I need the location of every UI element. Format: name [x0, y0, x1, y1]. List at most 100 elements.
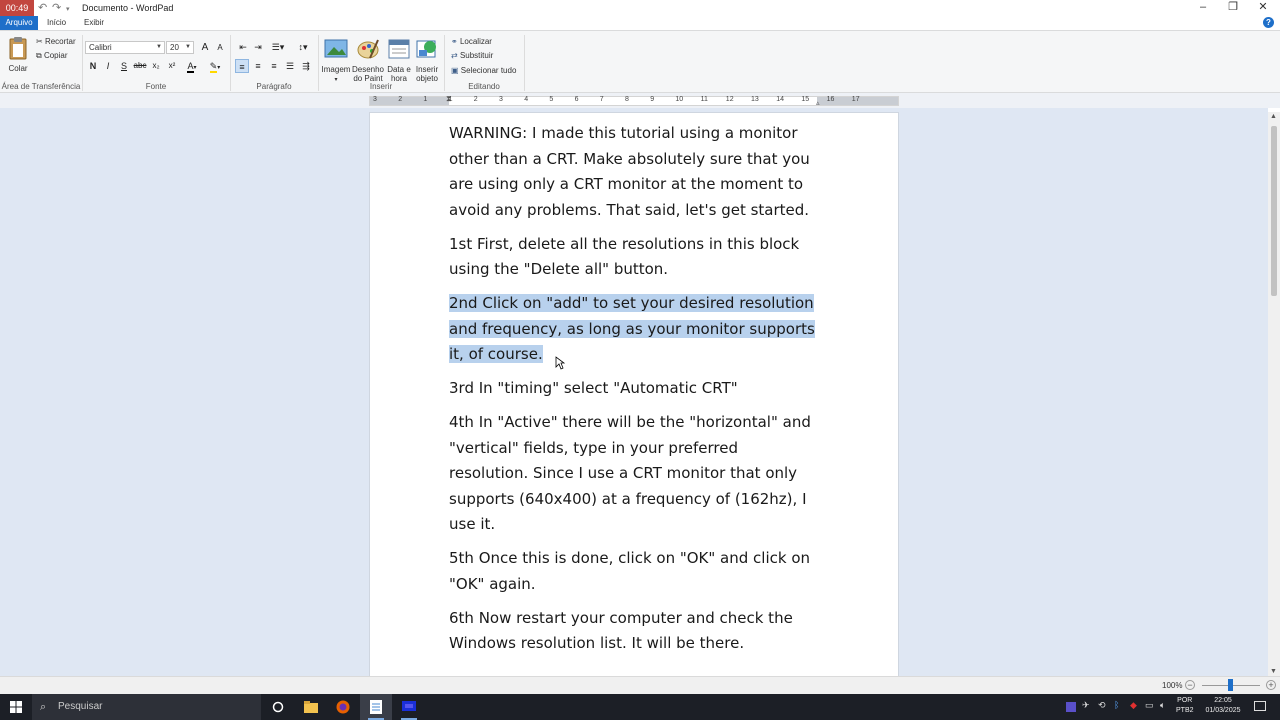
volume-icon[interactable]: 🔈︎ — [1160, 700, 1170, 710]
font-size-select[interactable]: 20 ▼ — [166, 41, 194, 54]
document-paragraph[interactable]: 6th Now restart your computer and check … — [449, 606, 819, 657]
file-explorer-button[interactable] — [295, 694, 327, 720]
anydesk-tray-icon[interactable]: ◆ — [1130, 700, 1140, 710]
clock-time: 22:05 — [1214, 697, 1232, 704]
tab-inicio[interactable]: Início — [42, 16, 71, 30]
paint-drawing-button[interactable]: Desenho do Paint — [351, 37, 385, 83]
redo-icon[interactable]: ↷ — [52, 2, 61, 14]
grow-font-button[interactable]: A — [198, 41, 212, 55]
document-page[interactable]: WARNING: I made this tutorial using a mo… — [369, 112, 899, 676]
network-activity-icon[interactable]: ✈ — [1082, 700, 1092, 710]
indent-marker[interactable]: ⧗ — [446, 94, 452, 104]
undo-icon[interactable]: ↶ — [38, 2, 47, 14]
ruler[interactable]: 3 2 1 1 2 3 4 5 6 7 8 9 10 11 12 13 14 15 16 17 ⧗ ▵ — [369, 94, 899, 107]
document-paragraph[interactable]: WARNING: I made this tutorial using a mo… — [449, 121, 819, 223]
ruler-number: 5 — [549, 96, 554, 103]
firefox-button[interactable] — [327, 694, 359, 720]
subscript-button[interactable]: x₂ — [149, 59, 163, 73]
find-label: Localizar — [459, 37, 492, 47]
superscript-button[interactable]: x² — [165, 59, 179, 73]
zoom-slider-thumb[interactable] — [1228, 679, 1233, 691]
vertical-scrollbar[interactable]: ▲ ▼ — [1268, 112, 1280, 676]
paste-button[interactable]: Colar — [6, 36, 30, 73]
wordpad-taskbar-button[interactable] — [360, 694, 392, 720]
arrow-tray-icon[interactable]: ⟲ — [1098, 700, 1108, 710]
document-paragraph[interactable]: 1st First, delete all the resolutions in… — [449, 232, 819, 283]
line-spacing-button[interactable]: ↕▾ — [292, 40, 314, 54]
bluetooth-icon[interactable]: ᛒ — [1114, 700, 1124, 710]
bullet-list-icon: ☰▾ — [271, 42, 285, 52]
teams-tray-icon[interactable] — [1066, 702, 1076, 712]
language-code: POR — [1177, 697, 1193, 704]
italic-button[interactable]: I — [101, 59, 115, 73]
scroll-up-icon[interactable]: ▲ — [1270, 113, 1277, 120]
paragraph-text: 4th In "Active" there will be the "horiz… — [449, 413, 811, 533]
image-button[interactable]: Imagem ▾ — [321, 37, 351, 85]
underline-button[interactable]: S — [117, 59, 131, 73]
paragraph-group-label: Parágrafo — [256, 82, 292, 91]
insert-object-button[interactable]: Inserir objeto — [413, 37, 441, 83]
document-paragraph[interactable]: 2nd Click on "add" to set your desired r… — [449, 291, 819, 368]
align-left-button[interactable]: ≡ — [235, 59, 249, 73]
font-family-select[interactable]: Calibri ▼ — [85, 41, 165, 54]
document-paragraph[interactable]: 5th Once this is done, click on "OK" and… — [449, 546, 819, 597]
shrink-font-button[interactable]: A — [213, 41, 227, 55]
monitor-app-button[interactable] — [393, 694, 425, 720]
close-button[interactable]: ✕ — [1248, 0, 1278, 16]
cut-label: Recortar — [44, 37, 76, 47]
document-paragraph[interactable]: 3rd In "timing" select "Automatic CRT" — [449, 376, 819, 402]
cut-button[interactable]: ✂ Recortar — [36, 36, 76, 48]
align-center-button[interactable]: ≡ — [251, 59, 265, 73]
find-button[interactable]: ⚭ Localizar — [451, 36, 492, 48]
date-time-button[interactable]: Data e hora — [385, 37, 413, 83]
paragraph-button[interactable]: ⇶ — [299, 59, 313, 73]
document-paragraph[interactable]: 4th In "Active" there will be the "horiz… — [449, 410, 819, 538]
document-text[interactable]: WARNING: I made this tutorial using a mo… — [449, 121, 819, 665]
date-label-1: Data e — [387, 65, 411, 74]
right-indent-marker[interactable]: ▵ — [816, 99, 820, 107]
close-icon: ✕ — [1258, 1, 1268, 13]
highlight-button[interactable]: ✎▾ — [205, 59, 225, 73]
increase-indent-button[interactable]: ⇥ — [251, 40, 265, 54]
separator — [524, 35, 525, 91]
scrollbar-thumb[interactable] — [1271, 126, 1277, 296]
tab-arquivo[interactable]: Arquivo — [0, 16, 38, 30]
bold-button[interactable]: N — [86, 59, 100, 73]
restore-icon: ❐ — [1228, 1, 1238, 13]
ruler-number: 16 — [826, 96, 835, 103]
justify-button[interactable]: ☰ — [283, 59, 297, 73]
editing-group-label: Editando — [468, 82, 500, 91]
ruler-number: 2 — [398, 96, 403, 103]
tab-exibir[interactable]: Exibir — [79, 16, 109, 30]
ruler-number: 14 — [776, 96, 784, 103]
language-indicator[interactable]: POR PTB2 — [1176, 696, 1194, 716]
select-all-button[interactable]: ▣ Selecionar tudo — [451, 65, 516, 77]
decrease-indent-button[interactable]: ⇤ — [236, 40, 250, 54]
help-icon[interactable]: ? — [1263, 17, 1274, 28]
cortana-button[interactable] — [262, 694, 294, 720]
strikethrough-button[interactable]: abc — [133, 59, 147, 73]
taskbar-search[interactable]: ⌕ Pesquisar — [32, 694, 261, 720]
start-button[interactable] — [0, 694, 32, 720]
replace-button[interactable]: ⇄ Substituir — [451, 50, 493, 62]
minimize-button[interactable]: – — [1188, 0, 1218, 16]
bullets-button[interactable]: ☰▾ — [267, 40, 289, 54]
keyboard-layout: PTB2 — [1176, 707, 1194, 714]
font-color-button[interactable]: A▾ — [182, 59, 202, 73]
indent-icon: ⇥ — [254, 42, 262, 52]
ruler-number: 3 — [499, 96, 503, 103]
copy-button[interactable]: ⧉ Copiar — [36, 50, 68, 62]
paste-label: Colar — [8, 64, 28, 73]
quick-access-dropdown-icon[interactable]: ▾ — [66, 4, 70, 16]
network-icon[interactable]: ▭ — [1145, 700, 1155, 710]
scroll-down-icon[interactable]: ▼ — [1270, 668, 1277, 675]
restore-button[interactable]: ❐ — [1218, 0, 1248, 16]
zoom-out-button[interactable]: − — [1185, 680, 1195, 690]
selected-text: 2nd Click on "add" to set your desired r… — [449, 294, 815, 363]
firefox-icon — [336, 700, 350, 714]
ribbon-tabs: Arquivo Início Exibir ? — [0, 16, 1280, 30]
align-right-button[interactable]: ≡ — [267, 59, 281, 73]
clock[interactable]: 22:05 01/03/2025 — [1200, 696, 1246, 716]
notifications-icon[interactable] — [1254, 701, 1266, 711]
zoom-in-button[interactable]: + — [1266, 680, 1276, 690]
